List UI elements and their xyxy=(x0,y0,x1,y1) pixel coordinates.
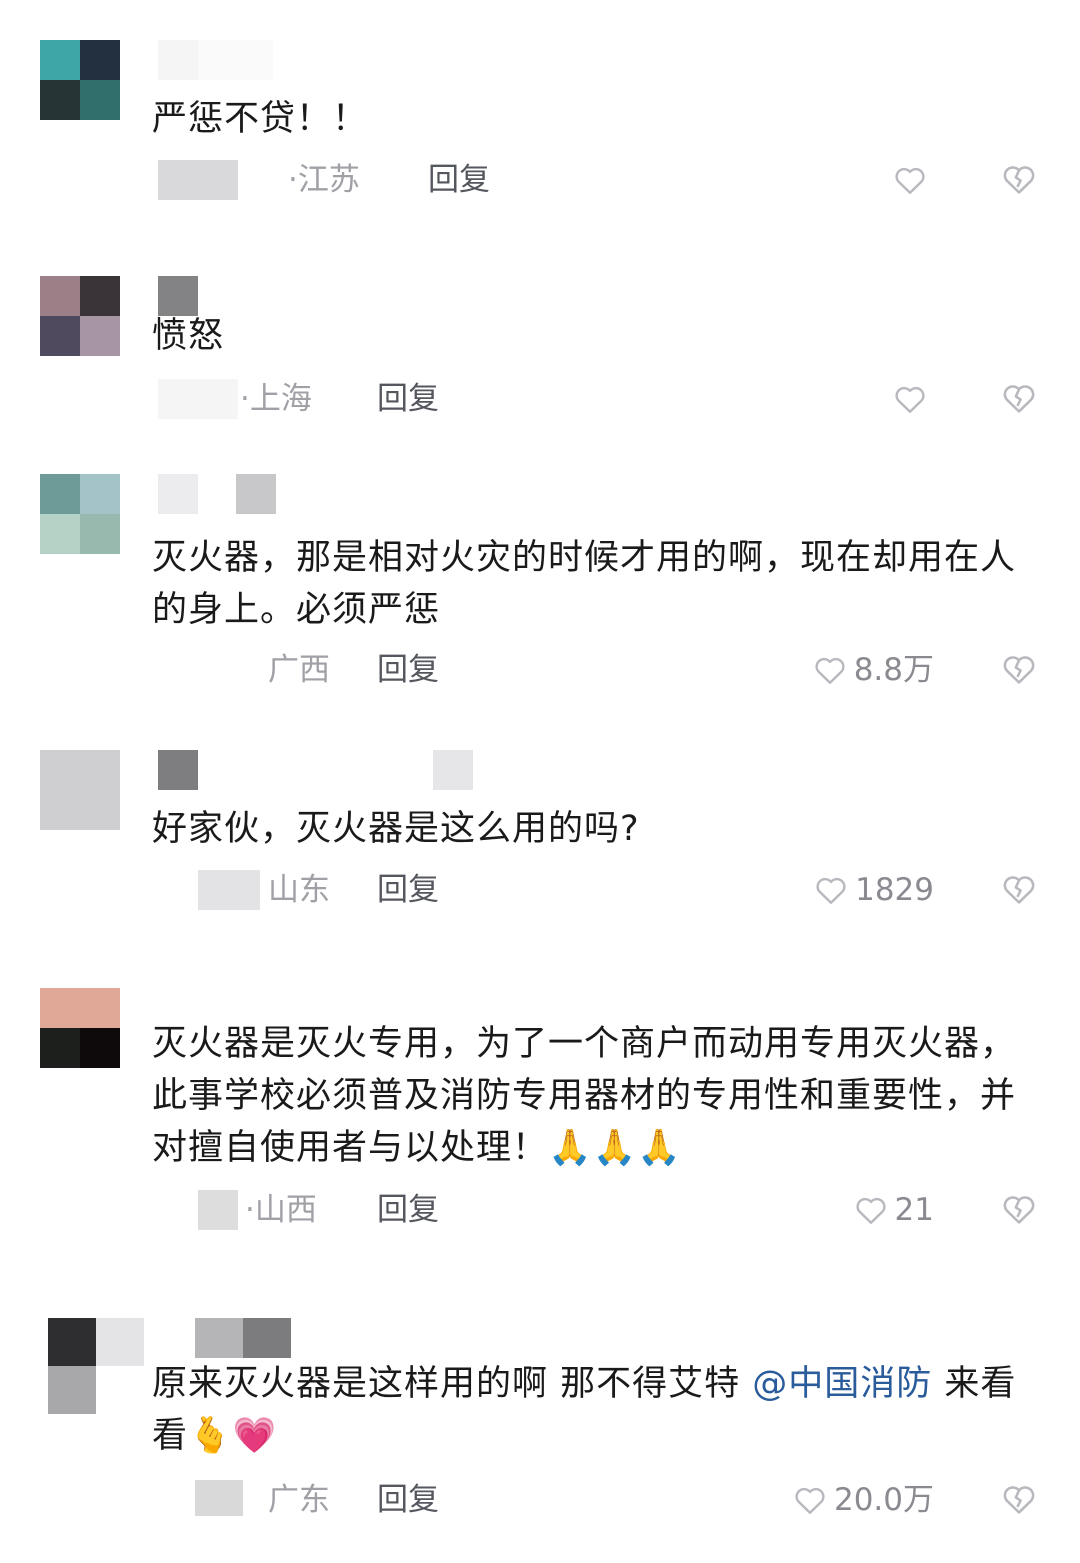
reply-button[interactable]: 回复 xyxy=(428,158,490,202)
timestamp-blurred xyxy=(198,870,260,910)
heart-icon xyxy=(856,1197,886,1224)
avatar-pixel xyxy=(96,1318,144,1366)
avatar-pixel xyxy=(96,1366,144,1414)
avatar-pixel xyxy=(80,276,120,316)
location-label: 山东 xyxy=(268,872,330,908)
comment-text: 愤怒 xyxy=(152,316,225,356)
broken-heart-icon xyxy=(1003,1196,1035,1224)
heart-icon xyxy=(795,1487,825,1514)
location-label: ·山西 xyxy=(245,1192,317,1228)
like-count: 1829 xyxy=(855,872,934,908)
avatar-pixel xyxy=(48,1366,96,1414)
location-label: 广东 xyxy=(268,1482,330,1518)
avatar-pixel xyxy=(48,1318,96,1366)
dislike-button[interactable] xyxy=(1000,650,1038,688)
avatar-pixel xyxy=(80,988,120,1028)
avatar[interactable] xyxy=(40,40,120,120)
dislike-button[interactable] xyxy=(1000,1480,1038,1518)
like-button[interactable]: 21 xyxy=(853,1188,934,1232)
timestamp-blurred xyxy=(158,160,238,200)
like-count: 21 xyxy=(894,1192,934,1228)
comment-meta: 广东 回复 20.0万 xyxy=(0,1478,1080,1526)
avatar-pixel xyxy=(80,750,120,790)
dislike-button[interactable] xyxy=(1000,1190,1038,1228)
pray-emoji: 🙏🙏🙏 xyxy=(548,1128,682,1168)
dislike-button[interactable] xyxy=(1000,160,1038,198)
comment-meta: 广西 回复 8.8万 xyxy=(0,648,1080,696)
avatar-pixel xyxy=(80,316,120,356)
heart-icon xyxy=(895,386,925,413)
avatar-pixel xyxy=(40,514,80,554)
broken-heart-icon xyxy=(1003,876,1035,904)
finger-heart-emoji: 🫰💗 xyxy=(188,1416,278,1456)
comment-text: 严惩不贷！！ xyxy=(152,99,369,139)
avatar[interactable] xyxy=(40,474,120,554)
mention-link[interactable]: @中国消防 xyxy=(752,1364,932,1404)
avatar[interactable] xyxy=(40,276,120,356)
username-blurred[interactable] xyxy=(158,40,273,80)
comment-text: 灭火器是灭火专用，为了一个商户而动用专用灭火器，此事学校必须普及消防专用器材的专… xyxy=(152,1018,1030,1174)
avatar-pixel xyxy=(40,40,80,80)
avatar-pixel xyxy=(40,790,80,830)
reply-button[interactable]: 回复 xyxy=(377,1188,439,1232)
username-blurred[interactable] xyxy=(195,1318,291,1358)
comment-text-body: 原来灭火器是这样用的啊 那不得艾特 xyxy=(152,1364,741,1404)
comment-meta: 山东 回复 1829 xyxy=(0,868,1080,916)
avatar-pixel xyxy=(80,40,120,80)
location-label: ·江苏 xyxy=(288,162,360,198)
reply-button[interactable]: 回复 xyxy=(377,648,439,692)
location-label: 广西 xyxy=(268,652,330,688)
avatar[interactable] xyxy=(40,988,120,1068)
reply-button[interactable]: 回复 xyxy=(377,1478,439,1522)
avatar-pixel xyxy=(40,750,80,790)
reply-button[interactable]: 回复 xyxy=(377,377,439,421)
avatar-pixel xyxy=(40,316,80,356)
avatar-pixel xyxy=(80,514,120,554)
username-blurred[interactable] xyxy=(158,474,276,514)
comment-meta: ·江苏 回复 xyxy=(0,158,1080,206)
like-button[interactable] xyxy=(892,158,934,202)
timestamp-blurred xyxy=(198,1190,238,1230)
location-label: ·上海 xyxy=(240,381,312,417)
comment-text: 好家伙，灭火器是这么用的吗? xyxy=(152,809,640,849)
like-count: 20.0万 xyxy=(833,1482,934,1518)
heart-icon xyxy=(895,167,925,194)
broken-heart-icon xyxy=(1003,166,1035,194)
avatar-pixel xyxy=(40,988,80,1028)
avatar-pixel xyxy=(40,474,80,514)
avatar[interactable] xyxy=(40,750,120,830)
comment-text: 原来灭火器是这样用的啊 那不得艾特 @中国消防 来看看🫰💗 xyxy=(152,1358,1030,1462)
timestamp-blurred xyxy=(195,1480,243,1516)
avatar-pixel xyxy=(80,474,120,514)
avatar-pixel xyxy=(80,790,120,830)
comment-text: 灭火器，那是相对火灾的时候才用的啊，现在却用在人的身上。必须严惩 xyxy=(152,538,1017,630)
dislike-button[interactable] xyxy=(1000,870,1038,908)
avatar-pixel xyxy=(40,276,80,316)
broken-heart-icon xyxy=(1003,1486,1035,1514)
timestamp-blurred xyxy=(158,379,238,419)
like-button[interactable]: 20.0万 xyxy=(792,1478,934,1522)
heart-icon xyxy=(815,657,845,684)
broken-heart-icon xyxy=(1003,385,1035,413)
comment-meta: ·上海 回复 xyxy=(0,377,1080,425)
heart-icon xyxy=(816,877,846,904)
comment-meta: ·山西 回复 21 xyxy=(0,1188,1080,1236)
avatar-pixel xyxy=(80,80,120,120)
avatar-pixel xyxy=(80,1028,120,1068)
username-blurred[interactable] xyxy=(158,750,473,790)
avatar-pixel xyxy=(40,1028,80,1068)
like-button[interactable]: 1829 xyxy=(813,868,934,912)
avatar-pixel xyxy=(40,80,80,120)
like-count: 8.8万 xyxy=(853,652,934,688)
like-button[interactable] xyxy=(892,377,934,421)
dislike-button[interactable] xyxy=(1000,379,1038,417)
like-button[interactable]: 8.8万 xyxy=(812,648,934,692)
broken-heart-icon xyxy=(1003,656,1035,684)
avatar[interactable] xyxy=(48,1318,144,1414)
reply-button[interactable]: 回复 xyxy=(377,868,439,912)
